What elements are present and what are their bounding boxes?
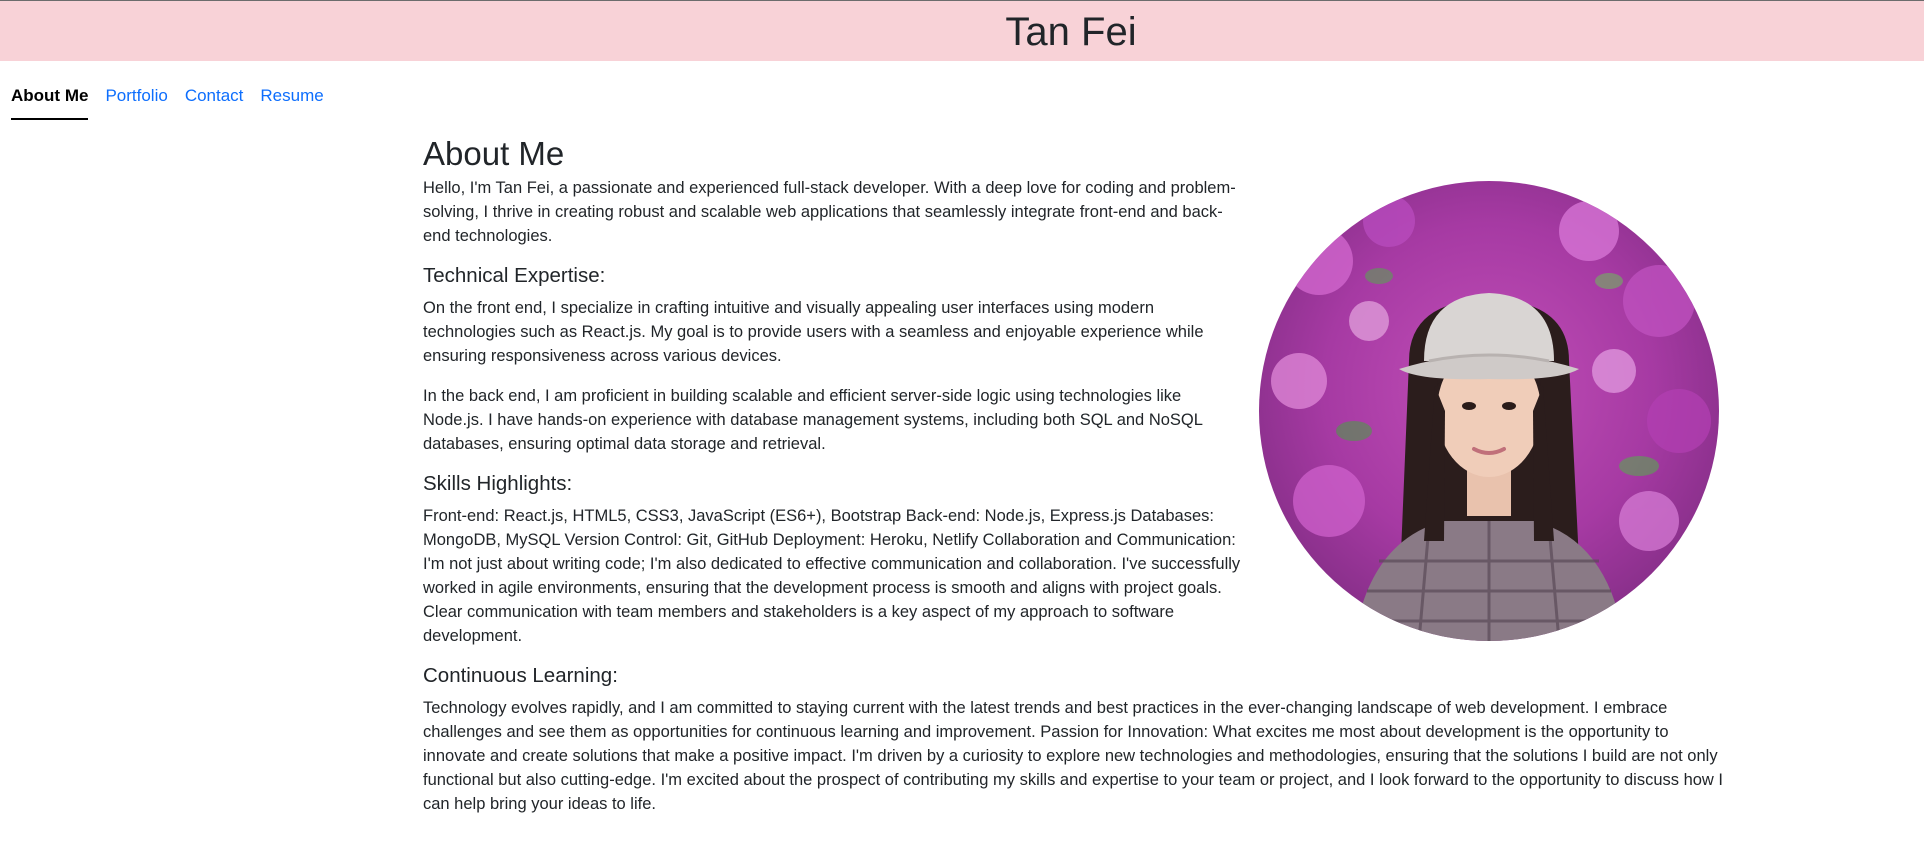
technical-backend-paragraph: In the back end, I am proficient in buil… [423,387,1203,453]
technical-expertise-heading: Technical Expertise: [423,264,606,287]
technical-frontend-paragraph: On the front end, I specialize in crafti… [423,299,1204,365]
learning-block: Continuous Learning: Technology evolves … [423,664,1723,816]
site-header: Tan Fei [0,1,1924,61]
skills-highlights-heading: Skills Highlights: [423,472,573,495]
about-text-column: Hello, I'm Tan Fei, a passionate and exp… [423,176,1243,648]
site-title: Tan Fei [1005,10,1137,54]
intro-paragraph: Hello, I'm Tan Fei, a passionate and exp… [423,179,1236,245]
continuous-learning-heading: Continuous Learning: [423,664,618,687]
skills-paragraph: Front-end: React.js, HTML5, CSS3, JavaSc… [423,507,1241,645]
nav-tab-resume[interactable]: Resume [260,84,323,120]
learning-paragraph: Technology evolves rapidly, and I am com… [423,699,1724,813]
main-nav: About Me Portfolio Contact Resume [11,84,341,120]
nav-tab-about-me[interactable]: About Me [11,84,89,120]
nav-tab-contact[interactable]: Contact [185,84,244,120]
page-title: About Me [423,135,565,172]
nav-tab-portfolio[interactable]: Portfolio [105,84,167,120]
profile-photo [1259,181,1719,641]
